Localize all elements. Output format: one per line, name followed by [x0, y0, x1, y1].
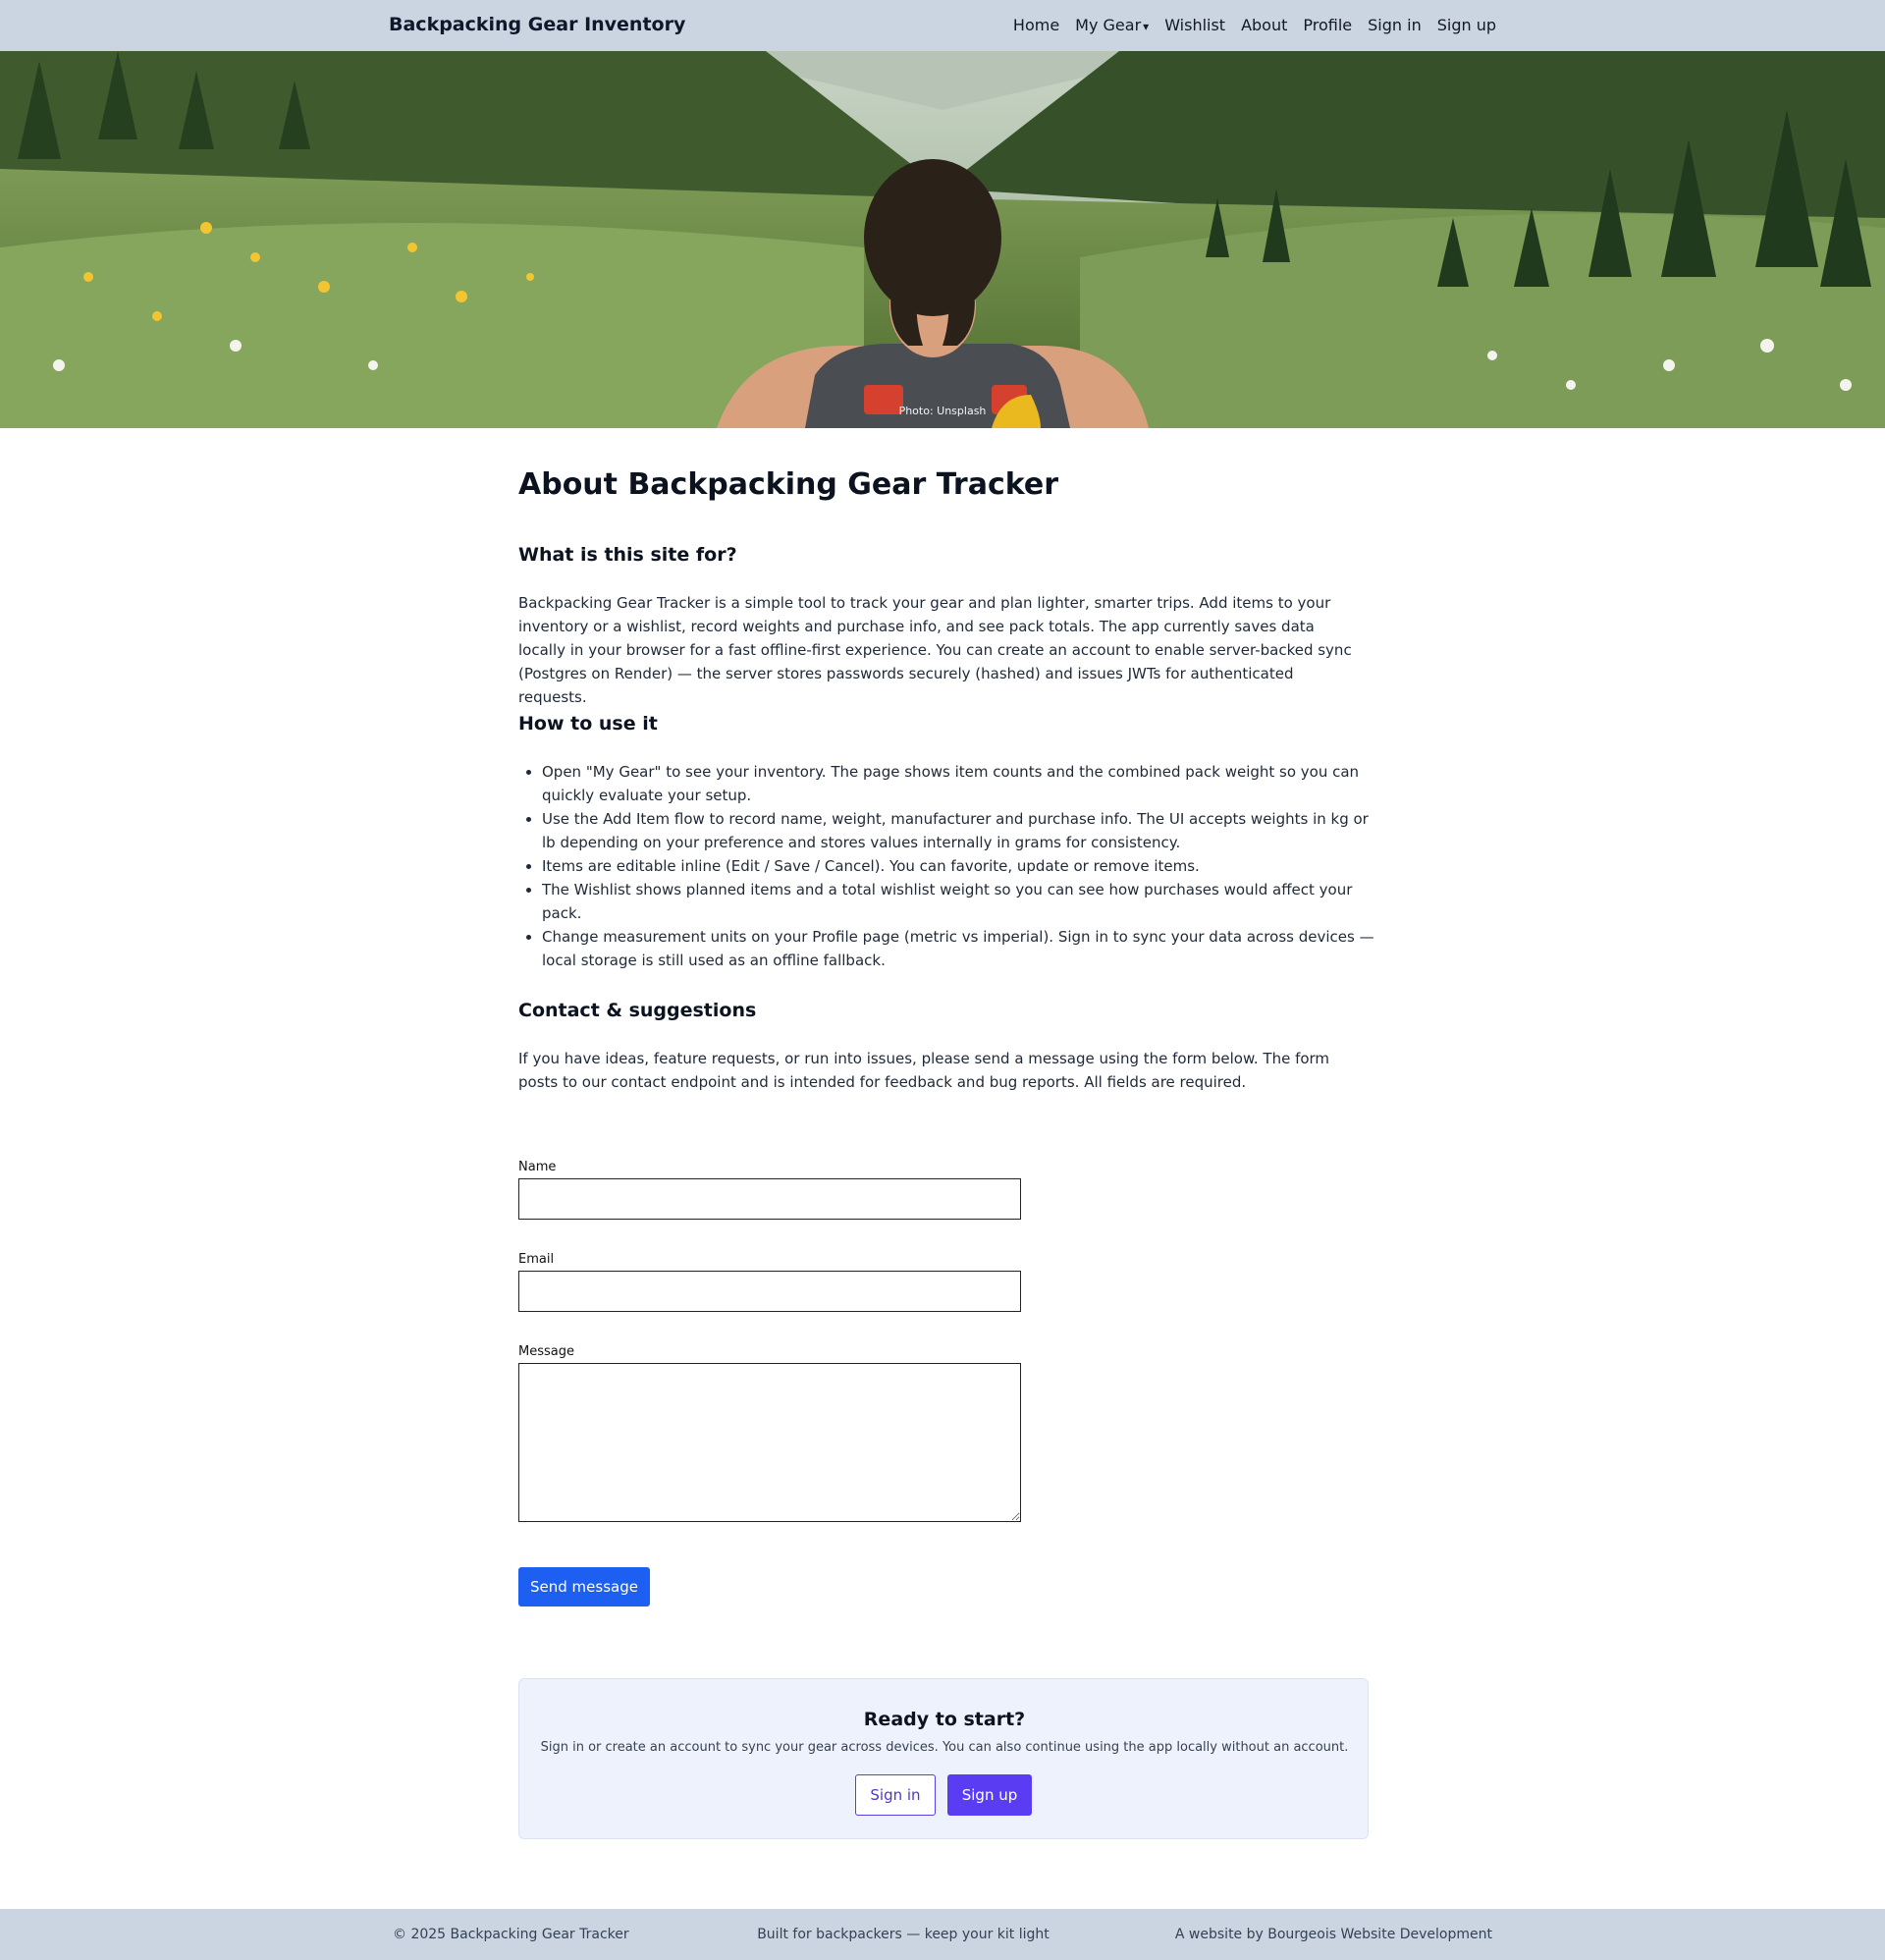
top-navbar: Backpacking Gear Inventory Home My Gear ▾…	[0, 0, 1885, 51]
section-heading-how: How to use it	[518, 713, 658, 735]
list-item: Change measurement units on your Profile…	[542, 925, 1376, 972]
hero-image: Photo: Unsplash	[0, 51, 1885, 428]
cta-text: Sign in or create an account to sync you…	[540, 1740, 1349, 1755]
send-message-button[interactable]: Send message	[518, 1567, 650, 1606]
nav-wishlist[interactable]: Wishlist	[1164, 16, 1225, 34]
nav-sign-in[interactable]: Sign in	[1368, 16, 1422, 34]
nav-my-gear[interactable]: My Gear ▾	[1075, 16, 1149, 34]
section-heading-what: What is this site for?	[518, 544, 737, 566]
list-item: Open "My Gear" to see your inventory. Th…	[542, 760, 1376, 807]
section-text-what: Backpacking Gear Tracker is a simple too…	[518, 594, 1352, 706]
list-item: Use the Add Item flow to record name, we…	[542, 807, 1376, 854]
section-text-contact: If you have ideas, feature requests, or …	[518, 1050, 1330, 1091]
name-label: Name	[518, 1160, 557, 1174]
cta-sign-up-button[interactable]: Sign up	[947, 1774, 1032, 1816]
list-item: Items are editable inline (Edit / Save /…	[542, 854, 1376, 878]
main-nav: Home My Gear ▾ Wishlist About Profile Sig…	[1013, 16, 1496, 34]
hero-landscape-illustration	[0, 51, 1885, 428]
section-heading-contact: Contact & suggestions	[518, 1000, 757, 1021]
nav-about[interactable]: About	[1241, 16, 1287, 34]
name-input[interactable]	[518, 1178, 1021, 1220]
footer-credit: A website by Bourgeois Website Developme…	[1174, 1927, 1492, 1942]
nav-home[interactable]: Home	[1013, 16, 1059, 34]
cta-sign-in-button[interactable]: Sign in	[855, 1774, 936, 1816]
page-title: About Backpacking Gear Tracker	[518, 467, 1059, 502]
message-textarea[interactable]	[518, 1363, 1021, 1522]
list-item: The Wishlist shows planned items and a t…	[542, 878, 1376, 925]
email-label: Email	[518, 1252, 555, 1267]
message-label: Message	[518, 1344, 574, 1359]
nav-profile[interactable]: Profile	[1303, 16, 1352, 34]
photo-credit: Photo: Unsplash	[898, 405, 987, 417]
email-input[interactable]	[518, 1271, 1021, 1312]
footer: © 2025 Backpacking Gear Tracker Built fo…	[0, 1909, 1885, 1960]
how-to-list: Open "My Gear" to see your inventory. Th…	[542, 760, 1376, 972]
brand-logo-text[interactable]: Backpacking Gear Inventory	[389, 14, 685, 35]
chevron-down-icon: ▾	[1143, 20, 1150, 33]
footer-tagline: Built for backpackers — keep your kit li…	[757, 1927, 1050, 1942]
nav-sign-up[interactable]: Sign up	[1437, 16, 1496, 34]
cta-card: Ready to start? Sign in or create an acc…	[518, 1678, 1369, 1839]
cta-title: Ready to start?	[863, 1709, 1026, 1730]
nav-my-gear-label: My Gear	[1075, 16, 1142, 34]
